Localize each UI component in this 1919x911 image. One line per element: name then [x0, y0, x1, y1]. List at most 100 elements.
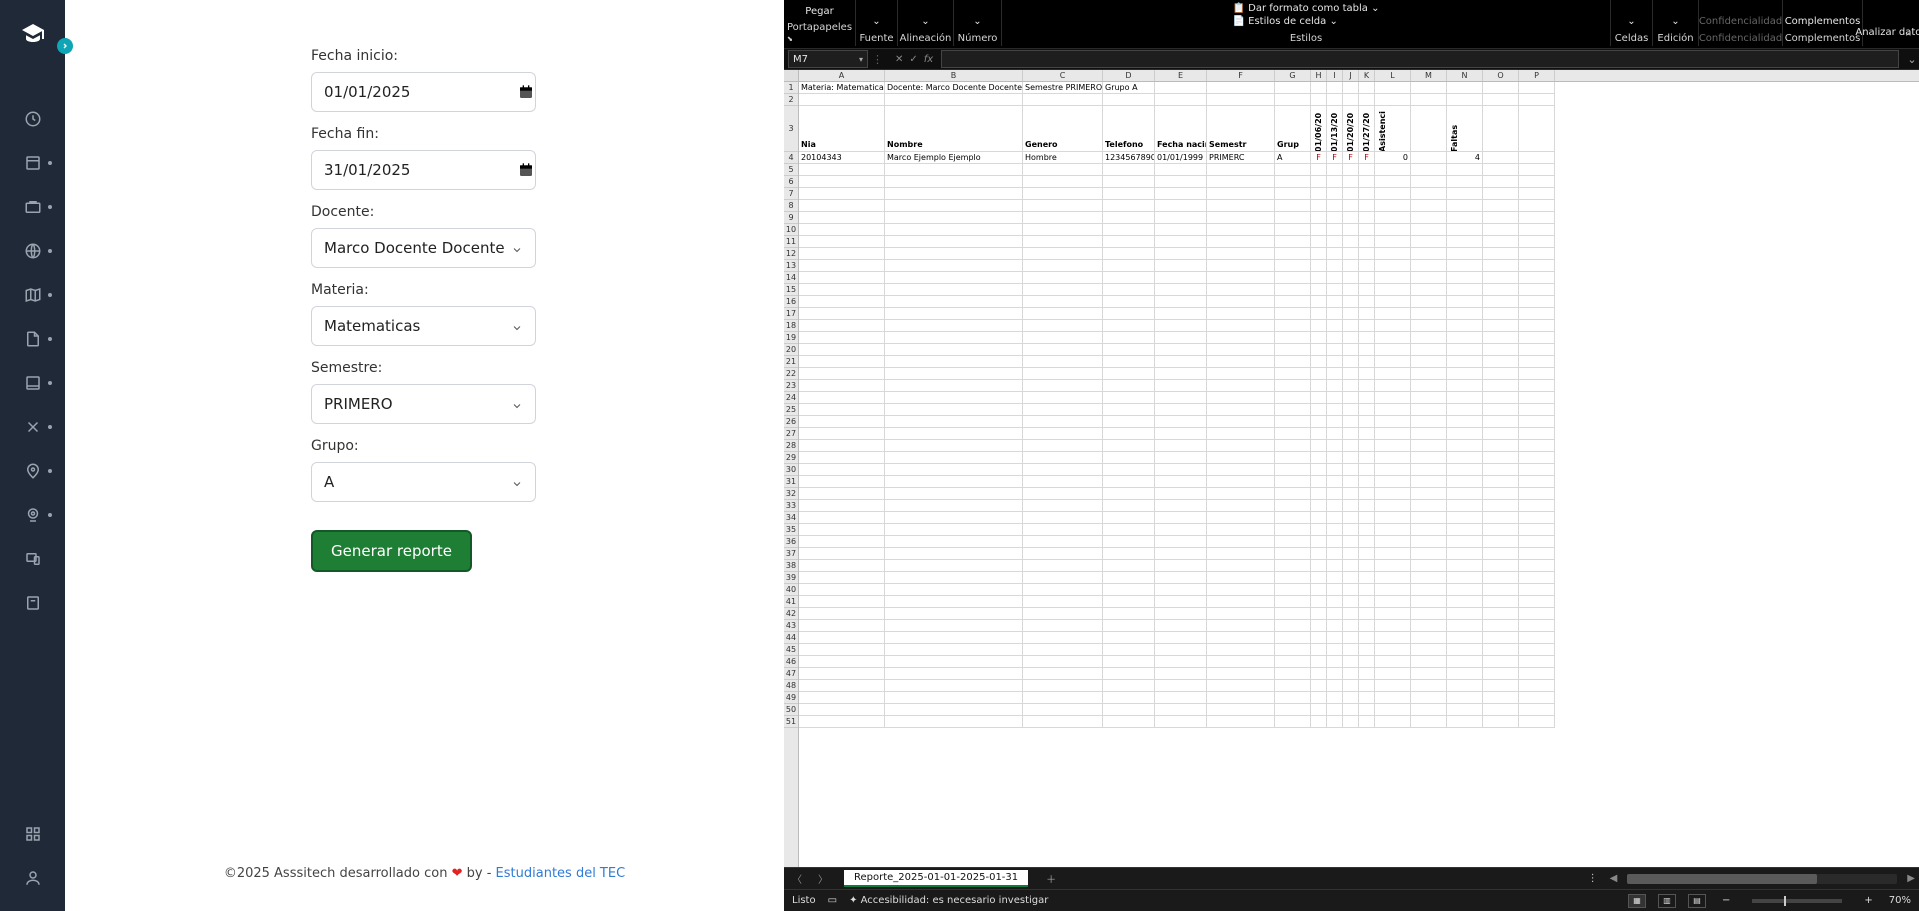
- cell[interactable]: [1207, 212, 1275, 224]
- cell[interactable]: [1375, 488, 1411, 500]
- cell[interactable]: [1275, 164, 1311, 176]
- cell[interactable]: [1483, 224, 1519, 236]
- cell[interactable]: [1023, 368, 1103, 380]
- cell[interactable]: [1343, 692, 1359, 704]
- cell[interactable]: [799, 452, 885, 464]
- cell[interactable]: [885, 176, 1023, 188]
- cell[interactable]: [1447, 656, 1483, 668]
- cell[interactable]: [1519, 596, 1555, 608]
- cell[interactable]: [799, 476, 885, 488]
- cell[interactable]: [1359, 308, 1375, 320]
- cell[interactable]: [885, 584, 1023, 596]
- cell[interactable]: [1447, 596, 1483, 608]
- cell[interactable]: [1327, 464, 1343, 476]
- cell[interactable]: 0: [1375, 152, 1411, 164]
- cell[interactable]: [1519, 656, 1555, 668]
- cell[interactable]: [1023, 608, 1103, 620]
- cell[interactable]: [1207, 560, 1275, 572]
- hscroll-right[interactable]: ▶: [1903, 873, 1919, 884]
- cell[interactable]: [1519, 620, 1555, 632]
- cell[interactable]: [1207, 272, 1275, 284]
- cell[interactable]: [1343, 332, 1359, 344]
- cell[interactable]: [799, 524, 885, 536]
- cell[interactable]: [1343, 380, 1359, 392]
- cell[interactable]: [1311, 94, 1327, 106]
- cell[interactable]: [1311, 416, 1327, 428]
- cell[interactable]: [1023, 452, 1103, 464]
- cell[interactable]: [1343, 82, 1359, 94]
- cell[interactable]: [1103, 512, 1155, 524]
- zoom-slider[interactable]: [1752, 899, 1842, 903]
- cell[interactable]: [1483, 176, 1519, 188]
- cell[interactable]: [1275, 368, 1311, 380]
- cell[interactable]: [1275, 644, 1311, 656]
- cell[interactable]: [1275, 296, 1311, 308]
- cell[interactable]: [1359, 524, 1375, 536]
- fecha-inicio-field[interactable]: [311, 72, 536, 112]
- cell[interactable]: [1103, 176, 1155, 188]
- cell[interactable]: F: [1327, 152, 1343, 164]
- cell[interactable]: [1343, 164, 1359, 176]
- cell[interactable]: [1327, 272, 1343, 284]
- cell[interactable]: [799, 94, 885, 106]
- cell[interactable]: [1207, 404, 1275, 416]
- cell[interactable]: [885, 308, 1023, 320]
- cell[interactable]: [1311, 344, 1327, 356]
- cell[interactable]: [1207, 536, 1275, 548]
- cell[interactable]: [1359, 272, 1375, 284]
- pegar-button[interactable]: Pegar: [805, 6, 833, 17]
- cell[interactable]: [1207, 82, 1275, 94]
- cell[interactable]: [1411, 106, 1447, 152]
- cell[interactable]: [1411, 644, 1447, 656]
- cell[interactable]: [1023, 584, 1103, 596]
- cell[interactable]: [1375, 716, 1411, 728]
- cell[interactable]: [1375, 608, 1411, 620]
- cell[interactable]: [1519, 536, 1555, 548]
- row-header[interactable]: 6: [784, 176, 798, 188]
- cell[interactable]: [1447, 344, 1483, 356]
- cell[interactable]: [1359, 404, 1375, 416]
- cell[interactable]: [1519, 260, 1555, 272]
- cell[interactable]: [1519, 488, 1555, 500]
- cell[interactable]: [1311, 200, 1327, 212]
- cell[interactable]: [1483, 644, 1519, 656]
- cell[interactable]: [1103, 200, 1155, 212]
- cell[interactable]: [1311, 464, 1327, 476]
- cell[interactable]: [1375, 632, 1411, 644]
- row-header[interactable]: 50: [784, 704, 798, 716]
- cell[interactable]: 01/27/20: [1359, 106, 1375, 152]
- cell[interactable]: A: [1275, 152, 1311, 164]
- row-header[interactable]: 19: [784, 332, 798, 344]
- row-header[interactable]: 18: [784, 320, 798, 332]
- cell[interactable]: [1359, 668, 1375, 680]
- cell[interactable]: [1311, 164, 1327, 176]
- cell[interactable]: [1519, 188, 1555, 200]
- cell[interactable]: [1483, 668, 1519, 680]
- cell[interactable]: [1447, 680, 1483, 692]
- cell[interactable]: [1343, 224, 1359, 236]
- cell[interactable]: [799, 200, 885, 212]
- col-header[interactable]: I: [1327, 70, 1343, 81]
- cell[interactable]: [1519, 392, 1555, 404]
- cell[interactable]: [1411, 94, 1447, 106]
- cell[interactable]: [1103, 440, 1155, 452]
- dar-formato-button[interactable]: 📋 Dar formato como tabla ⌄: [1233, 3, 1380, 14]
- cell[interactable]: [1411, 248, 1447, 260]
- row-header[interactable]: 32: [784, 488, 798, 500]
- cell[interactable]: [1519, 572, 1555, 584]
- row-header[interactable]: 34: [784, 512, 798, 524]
- cell[interactable]: [1103, 548, 1155, 560]
- cell[interactable]: [1519, 164, 1555, 176]
- book-icon[interactable]: [24, 154, 42, 172]
- cell[interactable]: [885, 200, 1023, 212]
- cell[interactable]: [1155, 284, 1207, 296]
- cell[interactable]: [1207, 620, 1275, 632]
- row-header[interactable]: 44: [784, 632, 798, 644]
- cell[interactable]: [1519, 212, 1555, 224]
- cell[interactable]: [1343, 452, 1359, 464]
- cell[interactable]: [1275, 82, 1311, 94]
- cell[interactable]: [1519, 332, 1555, 344]
- cell[interactable]: [1327, 452, 1343, 464]
- cell[interactable]: [1207, 356, 1275, 368]
- col-header[interactable]: M: [1411, 70, 1447, 81]
